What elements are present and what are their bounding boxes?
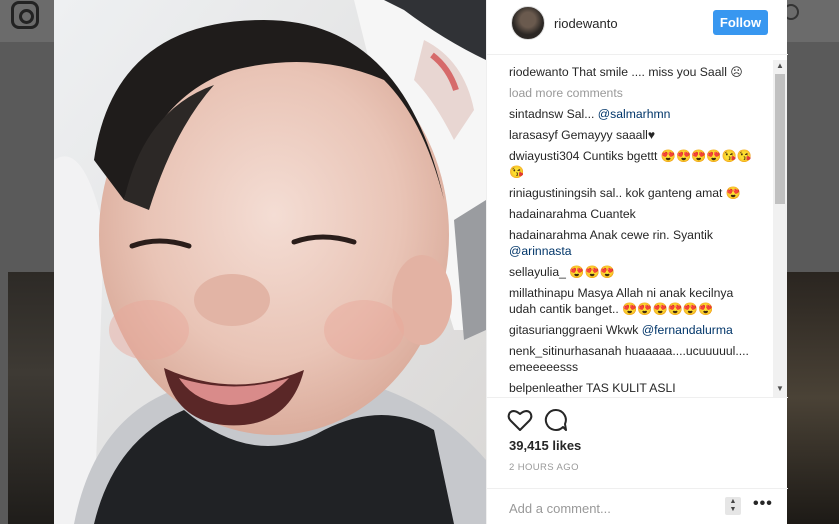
likes-count[interactable]: 39,415 likes: [509, 438, 581, 453]
caption-username[interactable]: riodewanto: [509, 65, 569, 79]
post-modal: riodewanto Follow riodewanto That smile …: [54, 0, 788, 524]
scroll-up-arrow-icon[interactable]: ▲: [776, 61, 784, 70]
scroll-down-arrow-icon[interactable]: ▼: [776, 384, 784, 393]
post-header: riodewanto Follow: [487, 0, 788, 55]
comment-username[interactable]: hadainarahma: [509, 207, 587, 221]
comment-username[interactable]: sintadnsw: [509, 107, 563, 121]
comment-item: riniagustiningsih sal.. kok ganteng amat…: [509, 185, 759, 201]
comment-text: Wkwk: [605, 323, 642, 337]
comment-list: riodewanto That smile .... miss you Saal…: [509, 64, 759, 397]
comment-text: Anak cewe rin. Syantik: [589, 228, 713, 242]
comment-input[interactable]: [509, 498, 709, 518]
comment-item: millathinapu Masya Allah ni anak kecilny…: [509, 285, 759, 317]
comment-item: nenk_sitinurhasanah huaaaaa....ucuuuuul.…: [509, 343, 759, 375]
comment-item: sellayulia_ 😍😍😍: [509, 264, 759, 280]
comment-username[interactable]: gitasurianggraeni: [509, 323, 603, 337]
comment-item: sintadnsw Sal... @salmarhmn: [509, 106, 759, 122]
avatar[interactable]: [511, 6, 545, 40]
add-comment-bar: ▲▼ •••: [487, 488, 788, 524]
comment-item: larasasyf Gemayyy saaall♥: [509, 127, 759, 143]
input-stepper-icon[interactable]: ▲ ▼: [725, 497, 741, 515]
post-actions: 39,415 likes 2 HOURS AGO: [487, 397, 788, 487]
scroll-thumb[interactable]: [775, 74, 785, 204]
more-options-button[interactable]: •••: [753, 495, 773, 513]
comment-username[interactable]: dwiayusti304: [509, 149, 579, 163]
comment-username[interactable]: belpenleather: [509, 381, 583, 395]
heart-icon[interactable]: [507, 408, 533, 432]
post-timestamp[interactable]: 2 HOURS AGO: [509, 462, 579, 473]
comment-text: Gemayyy saaall♥: [561, 128, 656, 142]
caption: riodewanto That smile .... miss you Saal…: [509, 64, 759, 80]
background-photo-right: [787, 272, 839, 524]
load-more-comments-link[interactable]: load more comments: [509, 85, 759, 101]
comment-text: TAS KULIT ASLI: [586, 381, 676, 395]
comment-username[interactable]: millathinapu: [509, 286, 574, 300]
comment-username[interactable]: larasasyf: [509, 128, 558, 142]
comment-mention-link[interactable]: @arinnasta: [509, 244, 572, 258]
caption-text: That smile .... miss you Saall ☹: [571, 65, 743, 79]
comment-item: dwiayusti304 Cuntiks bgettt 😍😍😍😍😘😘😘: [509, 148, 759, 180]
instagram-logo-icon[interactable]: [11, 1, 39, 29]
follow-button[interactable]: Follow: [713, 10, 768, 35]
comment-username[interactable]: nenk_sitinurhasanah: [509, 344, 621, 358]
comment-username[interactable]: riniagustiningsih: [509, 186, 596, 200]
comment-text: Sal...: [566, 107, 598, 121]
comment-mention-link[interactable]: @salmarhmn: [598, 107, 671, 121]
baby-photo-image: [54, 0, 486, 524]
post-photo: [54, 0, 486, 524]
comment-item: gitasurianggraeni Wkwk @fernandalurma: [509, 322, 759, 338]
comment-text: sal.. kok ganteng amat 😍: [599, 186, 741, 200]
comment-item: hadainarahma Anak cewe rin. Syantik @ari…: [509, 227, 759, 259]
comment-username[interactable]: hadainarahma: [509, 228, 587, 242]
comment-icon[interactable]: [544, 408, 568, 432]
background-photo-left: [8, 272, 54, 524]
comment-item: belpenleather TAS KULIT ASLI: [509, 380, 759, 396]
comment-text: 😍😍😍: [569, 265, 615, 279]
comment-username[interactable]: sellayulia_: [509, 265, 566, 279]
comment-mention-link[interactable]: @fernandalurma: [642, 323, 733, 337]
post-username[interactable]: riodewanto: [554, 16, 618, 31]
comments-scrollbar[interactable]: ▲ ▼: [773, 60, 787, 398]
post-sidebar: riodewanto Follow riodewanto That smile …: [486, 0, 788, 524]
comment-item: hadainarahma Cuantek: [509, 206, 759, 222]
comment-text: Cuantek: [590, 207, 636, 221]
